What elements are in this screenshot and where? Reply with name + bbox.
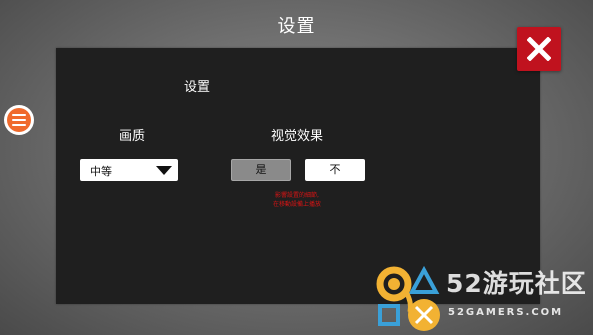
- menu-button-face: [7, 108, 31, 132]
- watermark-logo: [376, 265, 440, 331]
- warning-text: 影響設置的細節, 在移動設備上播放: [252, 191, 342, 209]
- watermark-site: 52GAMERS.COM: [448, 307, 564, 318]
- quality-label: 画质: [118, 129, 145, 144]
- visual-effects-label: 视觉效果: [270, 129, 323, 144]
- panel-title: 设置: [183, 80, 210, 95]
- quality-selected-value: 中等: [90, 165, 112, 178]
- page-title: 设置: [277, 16, 316, 37]
- watermark: 52游玩社区 52GAMERS.COM: [372, 262, 593, 335]
- quality-dropdown[interactable]: 中等: [80, 159, 178, 181]
- watermark-brand: 52游玩社区: [446, 269, 587, 298]
- chevron-down-icon: [156, 166, 172, 175]
- close-icon: [527, 37, 551, 61]
- warning-line: 在移動設備上播放: [272, 201, 321, 208]
- menu-icon: [12, 114, 26, 126]
- close-button[interactable]: [517, 27, 561, 71]
- effects-no-button[interactable]: 不: [305, 159, 365, 181]
- effects-yes-button[interactable]: 是: [231, 159, 291, 181]
- menu-button[interactable]: [4, 105, 34, 135]
- warning-line: 影響設置的細節,: [275, 192, 319, 199]
- header-bar: 设置: [0, 0, 593, 48]
